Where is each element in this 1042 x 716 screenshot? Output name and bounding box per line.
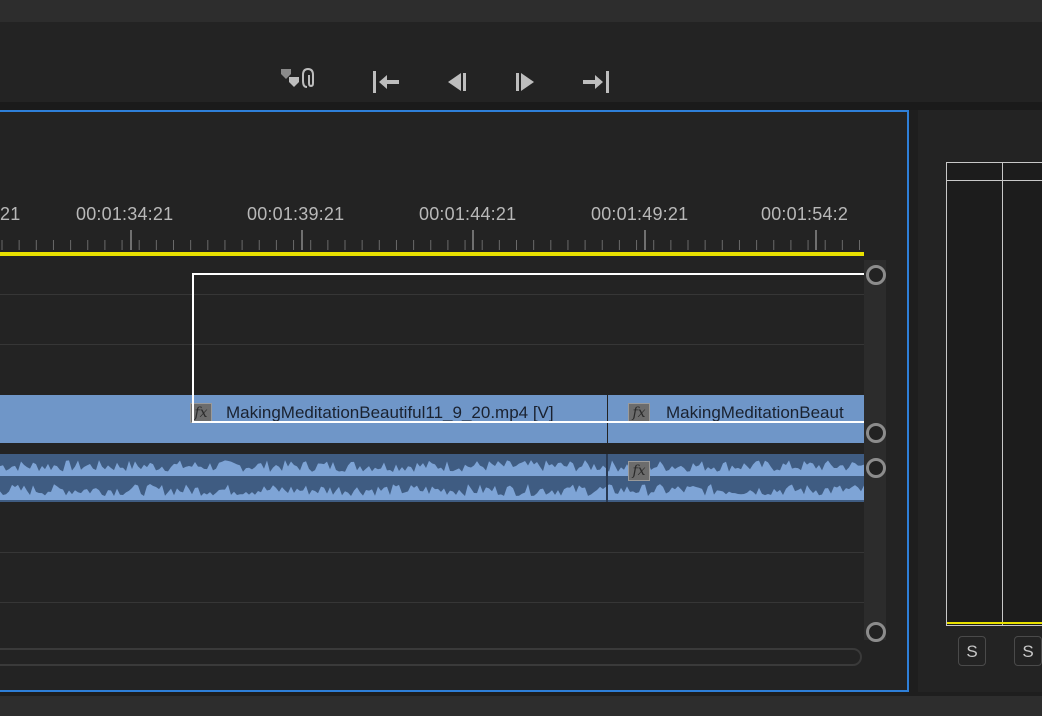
marker-link-icon <box>278 65 322 99</box>
solo-button[interactable]: S <box>1014 636 1042 666</box>
transport-toolbar <box>0 22 1042 102</box>
step-back-icon <box>441 70 471 94</box>
scroll-handle[interactable] <box>866 622 886 642</box>
meter-header-line <box>946 180 1042 181</box>
step-forward-icon <box>511 70 541 94</box>
timecode-label: 00:01:54:2 <box>761 204 849 224</box>
top-panel-strip <box>0 0 1042 22</box>
work-area-bar[interactable] <box>0 252 864 256</box>
scroll-handle[interactable] <box>866 265 886 285</box>
step-forward-button[interactable] <box>506 62 546 102</box>
go-to-in-icon <box>370 69 402 95</box>
timecode-label: 00:01:44:21 <box>419 204 517 224</box>
track-divider <box>0 552 864 553</box>
meter-channel-divider <box>1002 162 1003 626</box>
go-to-out-icon <box>580 69 612 95</box>
timecode-label: 00:01:39:21 <box>247 204 345 224</box>
fx-badge-icon[interactable]: fx <box>628 461 650 481</box>
audio-meter <box>946 162 1042 626</box>
bottom-panel-strip <box>0 696 1042 716</box>
scroll-handle[interactable] <box>866 423 886 443</box>
selection-marquee <box>192 273 864 423</box>
audio-clip[interactable] <box>0 454 864 502</box>
add-marker-link-button[interactable] <box>280 62 320 102</box>
step-back-button[interactable] <box>436 62 476 102</box>
go-to-in-button[interactable] <box>366 62 406 102</box>
panel-divider <box>0 102 1042 110</box>
go-to-out-button[interactable] <box>576 62 616 102</box>
clip-edit-point <box>606 454 608 502</box>
solo-button[interactable]: S <box>958 636 986 666</box>
timecode-label: 21 <box>0 204 21 224</box>
track-divider <box>0 602 864 603</box>
timecode-label: 00:01:49:21 <box>591 204 689 224</box>
meter-level-line <box>947 622 1042 624</box>
time-ruler[interactable] <box>0 228 864 252</box>
scroll-handle[interactable] <box>866 458 886 478</box>
vertical-zoom-scrollbar[interactable] <box>864 260 886 640</box>
horizontal-scrollbar[interactable] <box>0 648 862 666</box>
timecode-label: 00:01:34:21 <box>76 204 174 224</box>
